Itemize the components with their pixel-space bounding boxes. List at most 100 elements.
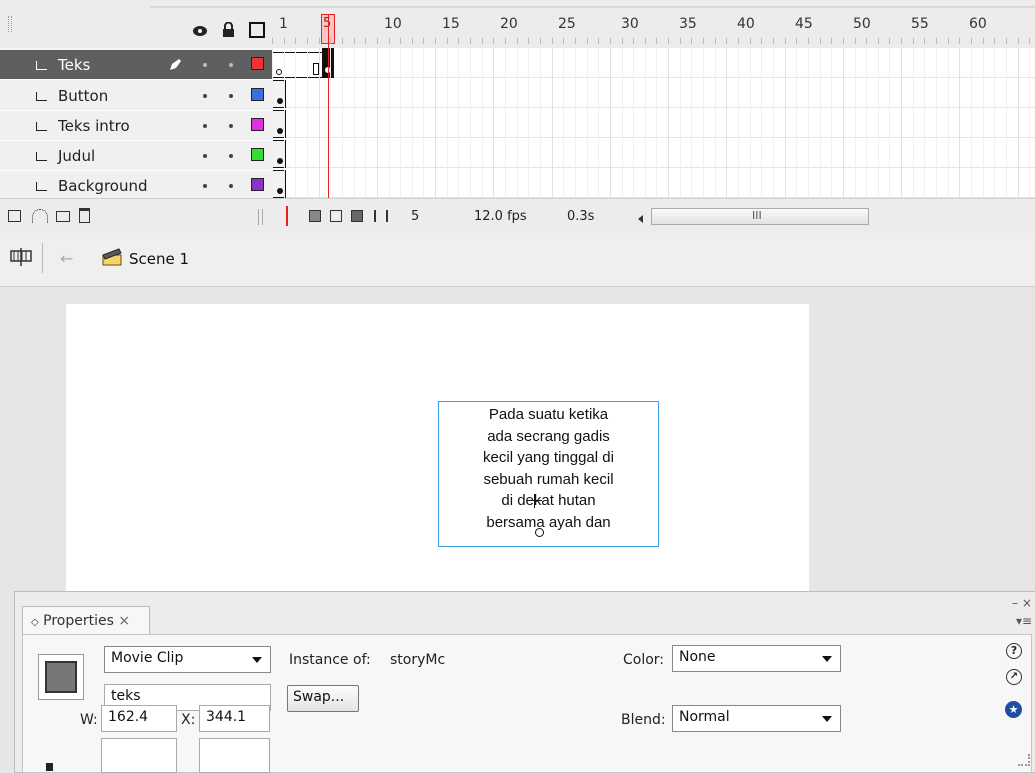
resize-grip-icon[interactable] bbox=[1018, 754, 1030, 766]
frame-gridline bbox=[284, 48, 285, 198]
ruler-tick bbox=[575, 38, 576, 44]
ruler-tick bbox=[517, 38, 518, 44]
frame-gridline bbox=[470, 48, 471, 198]
frame-gridline bbox=[354, 48, 355, 198]
frame-gridline bbox=[540, 48, 541, 198]
ruler-tick bbox=[843, 38, 844, 44]
ruler-tick bbox=[1018, 38, 1019, 44]
layer-row-button[interactable]: Button bbox=[0, 81, 272, 111]
new-folder-icon[interactable] bbox=[56, 211, 70, 222]
frame-gridline bbox=[878, 48, 879, 198]
layer-name: Teks bbox=[58, 55, 91, 74]
tab-properties[interactable]: ◇ Properties × bbox=[22, 606, 150, 635]
chevron-down-icon bbox=[252, 657, 262, 663]
ruler-tick bbox=[342, 38, 343, 44]
frame-gridline bbox=[750, 48, 751, 198]
ruler-label: 45 bbox=[795, 16, 813, 32]
frame-rate[interactable]: 12.0 fps bbox=[474, 209, 527, 224]
accessibility-icon[interactable]: ★ bbox=[1005, 701, 1022, 718]
gripper-icon[interactable] bbox=[8, 16, 12, 32]
timeline-toggle-icon[interactable] bbox=[10, 247, 32, 267]
color-effect-select[interactable]: None bbox=[672, 645, 841, 672]
layer-row-teks[interactable]: Teks bbox=[0, 50, 272, 80]
tab-close-icon[interactable]: × bbox=[118, 613, 130, 629]
story-line: bersama ayah dan bbox=[486, 513, 611, 531]
playhead-line bbox=[328, 15, 329, 198]
lock-proportions-icon[interactable] bbox=[46, 763, 53, 771]
story-line: kecil yang tinggal di bbox=[483, 449, 614, 466]
modify-onion-markers-icon[interactable] bbox=[374, 210, 388, 222]
frames-grid[interactable] bbox=[272, 48, 1035, 198]
layer-icon bbox=[34, 180, 48, 192]
panel-minimize-icon[interactable]: – × bbox=[1012, 596, 1032, 610]
ruler-tick bbox=[831, 38, 832, 44]
layer-row-teks-intro[interactable]: Teks intro bbox=[0, 111, 272, 141]
onion-outline-icon[interactable] bbox=[330, 210, 342, 222]
frame-gridline bbox=[435, 48, 436, 198]
eye-icon[interactable] bbox=[192, 25, 208, 37]
visibility-dot[interactable] bbox=[203, 63, 207, 67]
visibility-dot[interactable] bbox=[203, 154, 207, 158]
center-frame-icon[interactable] bbox=[286, 206, 288, 226]
ruler-label: 10 bbox=[384, 16, 402, 32]
edit-multiple-frames-icon[interactable] bbox=[351, 210, 363, 222]
frame-gridline bbox=[796, 48, 797, 198]
x-input[interactable]: 344.1 bbox=[199, 705, 270, 732]
motion-guide-icon[interactable] bbox=[32, 209, 48, 223]
height-input[interactable] bbox=[101, 738, 177, 773]
lock-dot[interactable] bbox=[229, 94, 233, 98]
story-textbox[interactable]: Pada suatu ketika ada secrang gadis keci… bbox=[438, 401, 659, 547]
ruler-tick bbox=[330, 38, 331, 44]
outline-toggle-icon[interactable] bbox=[249, 22, 265, 38]
frame-gridline bbox=[703, 48, 704, 198]
open-panel-icon[interactable]: ↗ bbox=[1006, 669, 1022, 685]
lock-dot[interactable] bbox=[229, 124, 233, 128]
swap-button[interactable]: Swap... bbox=[287, 685, 359, 712]
keyframe-dot bbox=[277, 128, 283, 134]
frame-gridline bbox=[983, 48, 984, 198]
scroll-left-icon[interactable] bbox=[638, 215, 643, 223]
instance-of-label: Instance of: bbox=[289, 652, 371, 668]
frame-gridline bbox=[587, 48, 588, 198]
frame-gridline bbox=[423, 48, 424, 198]
frame-gridline bbox=[1018, 48, 1019, 198]
layer-row-background[interactable]: Background bbox=[0, 171, 272, 201]
layer-color-box[interactable] bbox=[251, 118, 264, 131]
story-line: sebuah rumah kecil bbox=[483, 470, 614, 488]
ruler-tick bbox=[284, 38, 285, 44]
ruler-tick bbox=[598, 38, 599, 44]
new-layer-icon[interactable] bbox=[8, 210, 21, 222]
empty-keyframe[interactable] bbox=[276, 69, 282, 75]
ruler-tick bbox=[447, 38, 448, 44]
scene-label[interactable]: Scene 1 bbox=[129, 250, 189, 268]
horizontal-scrollbar[interactable]: III bbox=[651, 208, 869, 225]
width-input[interactable]: 162.4 bbox=[101, 705, 177, 732]
blend-select[interactable]: Normal bbox=[672, 705, 841, 732]
layer-color-box[interactable] bbox=[251, 178, 264, 191]
frame-gridline bbox=[377, 48, 378, 198]
frame-gridline bbox=[330, 48, 331, 198]
transform-point-icon[interactable] bbox=[535, 528, 544, 537]
onion-skin-icon[interactable] bbox=[309, 210, 321, 222]
lock-dot[interactable] bbox=[229, 63, 233, 67]
trash-icon[interactable] bbox=[79, 208, 90, 223]
frame-gridline bbox=[342, 48, 343, 198]
layer-color-box[interactable] bbox=[251, 57, 264, 70]
y-input[interactable] bbox=[199, 738, 270, 773]
lock-dot[interactable] bbox=[229, 184, 233, 188]
symbol-type-select[interactable]: Movie Clip bbox=[104, 646, 271, 673]
visibility-dot[interactable] bbox=[203, 94, 207, 98]
layer-color-box[interactable] bbox=[251, 148, 264, 161]
layer-row-judul[interactable]: Judul bbox=[0, 141, 272, 171]
layer-color-box[interactable] bbox=[251, 88, 264, 101]
help-icon[interactable]: ? bbox=[1006, 643, 1022, 659]
lock-dot[interactable] bbox=[229, 154, 233, 158]
frame-gridline bbox=[645, 48, 646, 198]
visibility-dot[interactable] bbox=[203, 124, 207, 128]
visibility-dot[interactable] bbox=[203, 184, 207, 188]
color-effect-value: None bbox=[679, 649, 716, 665]
ruler-tick bbox=[866, 38, 867, 44]
panel-menu-icon[interactable]: ▾≡ bbox=[1016, 614, 1032, 628]
lock-icon[interactable] bbox=[222, 22, 235, 38]
back-arrow-icon[interactable]: ← bbox=[60, 249, 73, 268]
